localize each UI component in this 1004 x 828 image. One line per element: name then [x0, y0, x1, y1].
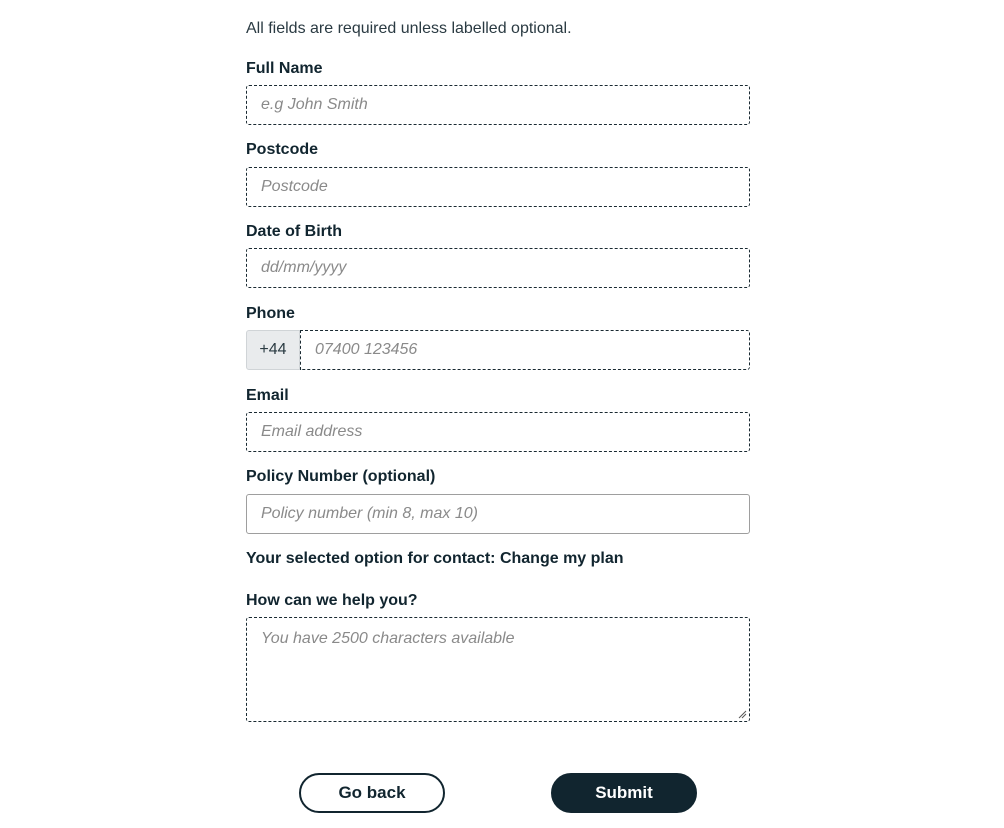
email-label: Email — [246, 387, 289, 404]
help-textarea[interactable] — [247, 618, 749, 721]
phone-input[interactable] — [301, 331, 749, 369]
dob-field[interactable] — [246, 248, 750, 288]
email-input[interactable] — [247, 413, 749, 451]
required-fields-note: All fields are required unless labelled … — [246, 20, 572, 37]
dob-label: Date of Birth — [246, 223, 342, 240]
postcode-input[interactable] — [247, 168, 749, 206]
resize-grip-icon[interactable] — [737, 709, 747, 719]
policy-number-input[interactable] — [247, 495, 749, 533]
submit-button[interactable]: Submit — [551, 773, 697, 813]
policy-number-label: Policy Number (optional) — [246, 468, 436, 485]
policy-number-field[interactable] — [246, 494, 750, 534]
full-name-input[interactable] — [247, 86, 749, 124]
dob-input[interactable] — [247, 249, 749, 287]
go-back-button[interactable]: Go back — [299, 773, 445, 813]
help-label: How can we help you? — [246, 592, 418, 609]
postcode-label: Postcode — [246, 141, 319, 158]
phone-field[interactable] — [300, 330, 750, 370]
phone-group: +44 — [246, 330, 750, 370]
full-name-label: Full Name — [246, 60, 323, 77]
full-name-field[interactable] — [246, 85, 750, 125]
postcode-field[interactable] — [246, 167, 750, 207]
phone-country-prefix: +44 — [246, 330, 300, 370]
email-field[interactable] — [246, 412, 750, 452]
selected-contact-option: Your selected option for contact: Change… — [246, 550, 624, 567]
phone-label: Phone — [246, 305, 295, 322]
help-field[interactable] — [246, 617, 750, 722]
